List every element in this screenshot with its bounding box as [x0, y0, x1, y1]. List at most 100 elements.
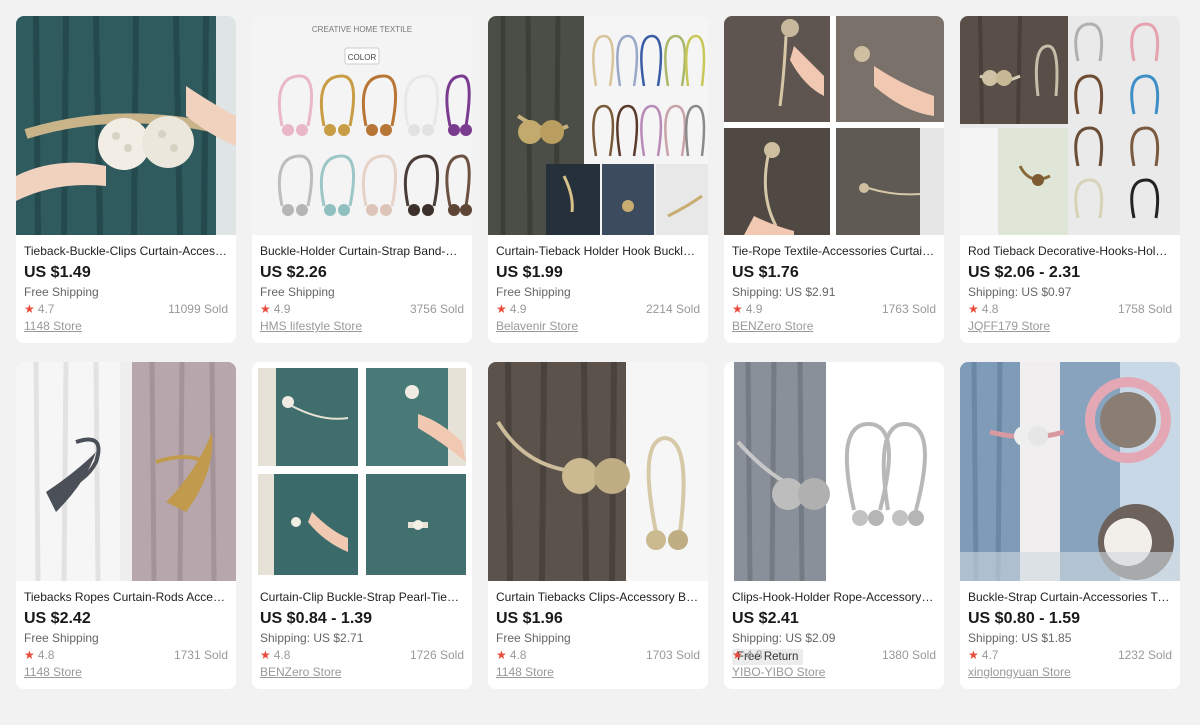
- rating-value: 4.9: [273, 302, 291, 316]
- star-icon: ★: [260, 302, 271, 316]
- sold-count: 1232 Sold: [1117, 648, 1172, 662]
- rating-value: 4.8: [745, 648, 763, 662]
- rating: ★ 4.9: [496, 301, 526, 317]
- shipping-info: Free Shipping: [496, 631, 571, 645]
- star-icon: ★: [732, 648, 743, 662]
- image-color-text: COLOR: [348, 53, 377, 62]
- product-title[interactable]: Tiebacks Ropes Curtain-Rods Accessories: [24, 589, 228, 606]
- rating: ★ 4.7: [24, 301, 54, 317]
- product-image[interactable]: [724, 16, 944, 235]
- store-link[interactable]: 1148 Store: [24, 664, 82, 680]
- star-icon: ★: [24, 648, 35, 662]
- shipping-info: Shipping: US $0.97: [968, 285, 1072, 299]
- sold-count: 1726 Sold: [409, 648, 464, 662]
- sold-count: 3756 Sold: [409, 302, 464, 316]
- rating-value: 4.8: [509, 648, 527, 662]
- product-title[interactable]: Clips-Hook-Holder Rope-Accessory-Tieback: [732, 589, 936, 606]
- product-title[interactable]: Curtain-Clip Buckle-Strap Pearl-Tieback: [260, 589, 464, 606]
- store-link[interactable]: JQFF179 Store: [968, 318, 1050, 334]
- store-link[interactable]: 1148 Store: [24, 318, 82, 334]
- product-card[interactable]: Tie-Rope Textile-Accessories Curtain-Tie…: [724, 16, 944, 343]
- sold-count: 11099 Sold: [168, 302, 228, 316]
- rating-value: 4.9: [745, 302, 763, 316]
- star-icon: ★: [968, 648, 979, 662]
- shipping-info: Free Shipping: [496, 285, 571, 299]
- product-price: US $1.99: [496, 264, 563, 281]
- product-card[interactable]: Rod Tieback Decorative-Hooks-Holder US $…: [960, 16, 1180, 343]
- shipping-info: Shipping: US $2.91: [732, 285, 836, 299]
- product-price: US $0.84 - 1.39: [260, 610, 373, 627]
- product-title[interactable]: Tie-Rope Textile-Accessories Curtain-Tie…: [732, 243, 936, 260]
- star-icon: ★: [496, 648, 507, 662]
- image-header-text: CREATIVE HOME TEXTILE: [312, 25, 412, 34]
- product-price: US $0.80 - 1.59: [968, 610, 1081, 627]
- product-image[interactable]: [960, 362, 1180, 581]
- rating: ★ 4.9: [732, 301, 762, 317]
- shipping-info: Shipping: US $1.85: [968, 631, 1072, 645]
- store-link[interactable]: 1148 Store: [496, 664, 554, 680]
- product-card[interactable]: CREATIVE HOME TEXTILE COLOR Buckle-Holde…: [252, 16, 472, 343]
- product-title[interactable]: Rod Tieback Decorative-Hooks-Holder: [968, 243, 1172, 260]
- product-card[interactable]: Tieback-Buckle-Clips Curtain-Accessories…: [16, 16, 236, 343]
- rating-value: 4.7: [37, 302, 55, 316]
- product-title[interactable]: Tieback-Buckle-Clips Curtain-Accessories: [24, 243, 228, 260]
- store-link[interactable]: HMS lifestyle Store: [260, 318, 362, 334]
- sold-count: 1703 Sold: [645, 648, 700, 662]
- rating-value: 4.8: [273, 648, 291, 662]
- product-image[interactable]: [488, 16, 708, 235]
- product-card[interactable]: Curtain-Tieback Holder Hook Buckle-Clips…: [488, 16, 708, 343]
- store-link[interactable]: BENZero Store: [732, 318, 813, 334]
- sold-count: 1758 Sold: [1117, 302, 1172, 316]
- product-card[interactable]: Clips-Hook-Holder Rope-Accessory-Tieback…: [724, 362, 944, 689]
- product-card[interactable]: Curtain-Clip Buckle-Strap Pearl-Tieback …: [252, 362, 472, 689]
- product-image[interactable]: [724, 362, 944, 581]
- product-image[interactable]: [488, 362, 708, 581]
- product-price: US $1.96: [496, 610, 563, 627]
- shipping-info: Shipping: US $2.09: [732, 631, 836, 645]
- product-image[interactable]: [960, 16, 1180, 235]
- rating-value: 4.9: [509, 302, 527, 316]
- rating: ★ 4.8: [260, 647, 290, 663]
- rating: ★ 4.9: [260, 301, 290, 317]
- product-title[interactable]: Buckle-Strap Curtain-Accessories Tieback: [968, 589, 1172, 606]
- shipping-info: Free Shipping: [260, 285, 335, 299]
- product-image[interactable]: [16, 16, 236, 235]
- sold-count: 1380 Sold: [881, 648, 936, 662]
- product-title[interactable]: Curtain-Tieback Holder Hook Buckle-Clips: [496, 243, 700, 260]
- sold-count: 1763 Sold: [881, 302, 936, 316]
- rating: ★ 4.8: [496, 647, 526, 663]
- product-title[interactable]: Buckle-Holder Curtain-Strap Band-Tieback: [260, 243, 464, 260]
- product-image[interactable]: CREATIVE HOME TEXTILE COLOR: [252, 16, 472, 235]
- product-price: US $2.42: [24, 610, 91, 627]
- rating: ★ 4.7: [968, 647, 998, 663]
- store-link[interactable]: xinglongyuan Store: [968, 664, 1071, 680]
- rating-value: 4.8: [981, 302, 999, 316]
- product-price: US $1.76: [732, 264, 799, 281]
- shipping-info: Shipping: US $2.71: [260, 631, 364, 645]
- rating: ★ 4.8: [968, 301, 998, 317]
- shipping-info: Free Shipping: [24, 631, 99, 645]
- product-price: US $2.41: [732, 610, 799, 627]
- product-price: US $2.06 - 2.31: [968, 264, 1081, 281]
- star-icon: ★: [496, 302, 507, 316]
- star-icon: ★: [260, 648, 271, 662]
- sold-count: 1731 Sold: [173, 648, 228, 662]
- product-image[interactable]: [252, 362, 472, 581]
- product-image[interactable]: [16, 362, 236, 581]
- star-icon: ★: [732, 302, 743, 316]
- product-grid: Tieback-Buckle-Clips Curtain-Accessories…: [16, 16, 1180, 689]
- star-icon: ★: [24, 302, 35, 316]
- product-title[interactable]: Curtain Tiebacks Clips-Accessory Buckle: [496, 589, 700, 606]
- rating: ★ 4.8: [24, 647, 54, 663]
- product-card[interactable]: Buckle-Strap Curtain-Accessories Tieback…: [960, 362, 1180, 689]
- rating: ★ 4.8: [732, 647, 762, 663]
- rating-value: 4.8: [37, 648, 55, 662]
- store-link[interactable]: YIBO-YIBO Store: [732, 664, 825, 680]
- product-card[interactable]: Curtain Tiebacks Clips-Accessory Buckle …: [488, 362, 708, 689]
- store-link[interactable]: BENZero Store: [260, 664, 341, 680]
- product-price: US $1.49: [24, 264, 91, 281]
- product-price: US $2.26: [260, 264, 327, 281]
- store-link[interactable]: Belavenir Store: [496, 318, 578, 334]
- product-card[interactable]: Tiebacks Ropes Curtain-Rods Accessories …: [16, 362, 236, 689]
- shipping-info: Free Shipping: [24, 285, 99, 299]
